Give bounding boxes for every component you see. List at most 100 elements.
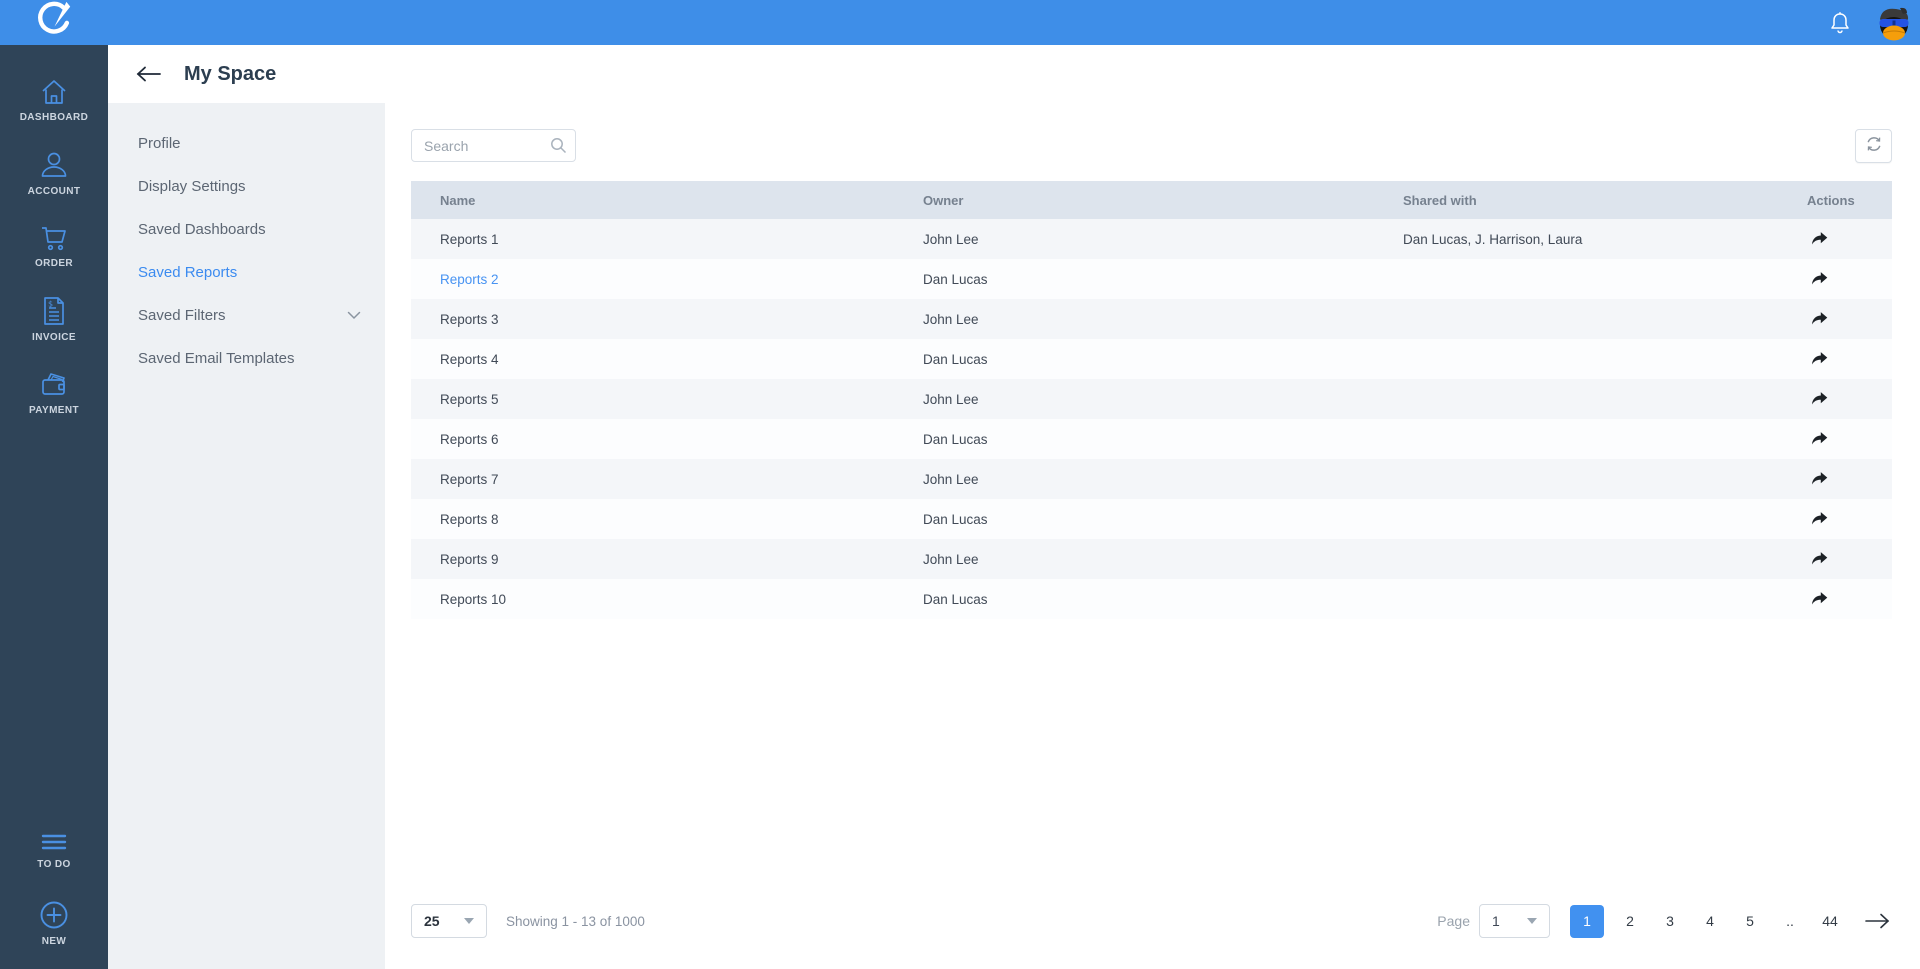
menu-item-label: Saved Filters [138,307,226,324]
footer-left: 25 Showing 1 - 13 of 1000 [411,904,645,938]
row-actions [1793,347,1892,371]
share-action-icon[interactable] [1807,227,1831,251]
report-shared-with: Dan Lucas, J. Harrison, Laura [1403,231,1583,247]
report-owner: Dan Lucas [923,431,988,447]
report-name[interactable]: Reports 8 [411,512,923,527]
back-arrow-icon[interactable] [136,65,162,83]
search-input[interactable] [411,129,576,162]
report-name[interactable]: Reports 10 [411,592,923,607]
table-header-row: Name Owner Shared with Actions [411,181,1892,219]
row-actions [1793,227,1892,251]
row-actions [1793,587,1892,611]
page-label: Page [1437,913,1470,929]
menu-item-display-settings[interactable]: Display Settings [108,165,385,208]
page-size-select[interactable]: 25 [411,904,487,938]
table-row: Reports 2 Dan Lucas [411,259,1892,299]
share-action-icon[interactable] [1807,507,1831,531]
report-owner: Dan Lucas [923,591,988,607]
sidebar-item-order[interactable]: ORDER [0,209,108,282]
sidebar-label: ORDER [34,257,74,269]
share-action-icon[interactable] [1807,387,1831,411]
sidebar-item-invoice[interactable]: $ INVOICE [0,282,108,355]
row-actions [1793,267,1892,291]
caret-down-icon [1527,918,1537,924]
report-owner: Dan Lucas [923,271,988,287]
table-row: Reports 10 Dan Lucas [411,579,1892,619]
share-action-icon[interactable] [1807,427,1831,451]
share-action-icon[interactable] [1807,547,1831,571]
settings-menu: Profile Display Settings Saved Dashboard… [108,103,385,969]
page-button[interactable]: 5 [1730,905,1770,938]
wallet-icon [38,368,70,400]
menu-item-label: Saved Reports [138,264,238,281]
page-buttons: 1 2 3 4 5 .. 44 [1570,904,1850,938]
sidebar-item-new[interactable]: NEW [0,886,108,959]
table-row: Reports 3 John Lee [411,299,1892,339]
menu-item-saved-filters[interactable]: Saved Filters [108,294,385,337]
row-actions [1793,307,1892,331]
row-actions [1793,427,1892,451]
menu-item-saved-dashboards[interactable]: Saved Dashboards [108,208,385,251]
brand-logo[interactable] [0,0,108,45]
report-name[interactable]: Reports 1 [411,232,923,247]
report-owner: John Lee [923,551,979,567]
next-page-arrow-icon[interactable] [1862,906,1892,936]
page-button[interactable]: 4 [1690,905,1730,938]
share-action-icon[interactable] [1807,587,1831,611]
report-name[interactable]: Reports 5 [411,392,923,407]
menu-item-saved-email-templates[interactable]: Saved Email Templates [108,337,385,380]
table-row: Reports 8 Dan Lucas [411,499,1892,539]
report-name[interactable]: Reports 7 [411,472,923,487]
report-name[interactable]: Reports 6 [411,432,923,447]
page-button[interactable]: 1 [1570,904,1604,938]
sidebar-item-dashboard[interactable]: DASHBOARD [0,63,108,136]
report-name[interactable]: Reports 3 [411,312,923,327]
page-number-select[interactable]: 1 [1479,904,1550,938]
chevron-down-icon [347,311,361,320]
share-action-icon[interactable] [1807,347,1831,371]
menu-item-profile[interactable]: Profile [108,122,385,165]
sidebar-item-payment[interactable]: PAYMENT [0,355,108,428]
svg-text:$: $ [48,299,53,308]
refresh-icon [1864,134,1884,159]
menu-item-saved-reports[interactable]: Saved Reports [108,251,385,294]
menu-item-label: Saved Email Templates [138,350,295,367]
notification-bell-icon[interactable] [1826,9,1854,37]
menu-item-label: Saved Dashboards [138,221,266,238]
report-owner: John Lee [923,391,979,407]
reports-table: Name Owner Shared with Actions Reports 1… [411,181,1892,619]
penguin-avatar-icon [1876,4,1912,41]
col-header-shared: Shared with [1403,192,1477,208]
table-body: Reports 1 John Lee Dan Lucas, J. Harriso… [411,219,1892,619]
table-footer: 25 Showing 1 - 13 of 1000 Page 1 1 2 3 4… [411,901,1892,941]
page-select-value: 1 [1492,913,1500,929]
sidebar-item-todo[interactable]: TO DO [0,813,108,886]
report-name[interactable]: Reports 4 [411,352,923,367]
table-row: Reports 5 John Lee [411,379,1892,419]
share-action-icon[interactable] [1807,267,1831,291]
col-header-actions: Actions [1807,192,1855,208]
top-bar [0,0,1920,45]
app-window: DASHBOARD ACCOUNT ORDER $ INVOICE PAYMEN… [0,0,1920,969]
main-content: Name Owner Shared with Actions Reports 1… [385,103,1920,969]
menu-item-label: Display Settings [138,178,246,195]
menu-item-label: Profile [138,135,181,152]
page-button[interactable]: .. [1770,905,1810,938]
share-action-icon[interactable] [1807,467,1831,491]
page-button[interactable]: 2 [1610,905,1650,938]
page-button[interactable]: 44 [1810,905,1850,938]
refresh-button[interactable] [1855,129,1892,163]
toolbar [411,129,1892,165]
col-header-name: Name [440,192,476,208]
share-action-icon[interactable] [1807,307,1831,331]
page-button[interactable]: 3 [1650,905,1690,938]
plus-circle-icon [38,899,70,931]
home-icon [38,77,70,107]
report-name[interactable]: Reports 2 [411,272,923,287]
sidebar-label: NEW [41,935,67,947]
user-avatar[interactable] [1876,4,1912,41]
report-name[interactable]: Reports 9 [411,552,923,567]
table-row: Reports 9 John Lee [411,539,1892,579]
table-row: Reports 6 Dan Lucas [411,419,1892,459]
sidebar-item-account[interactable]: ACCOUNT [0,136,108,209]
